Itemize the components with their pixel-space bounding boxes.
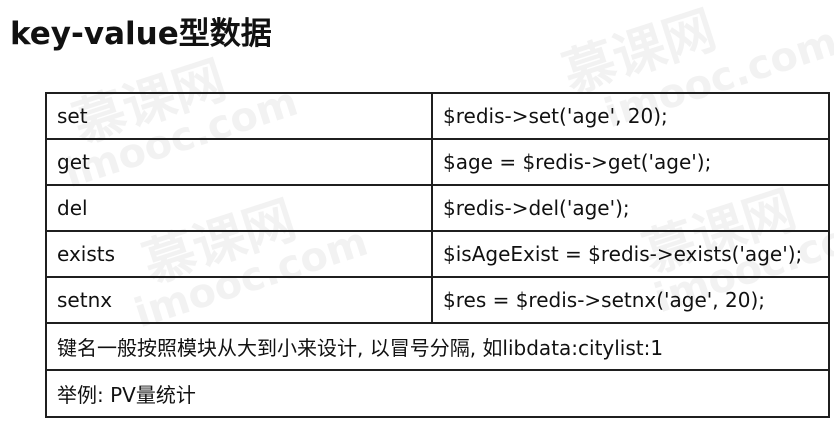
table-row: exists $isAgeExist = $redis->exists('age… xyxy=(45,230,830,278)
code-cell: $redis->set('age', 20); xyxy=(431,92,830,140)
table-row: del $redis->del('age'); xyxy=(45,184,830,232)
table-row: get $age = $redis->get('age'); xyxy=(45,138,830,186)
page-title: key-value型数据 xyxy=(10,16,272,52)
table-row: setnx $res = $redis->setnx('age', 20); xyxy=(45,276,830,324)
redis-command-table: set $redis->set('age', 20); get $age = $… xyxy=(45,92,830,418)
command-cell: exists xyxy=(45,230,433,278)
command-cell: set xyxy=(45,92,433,140)
code-cell: $redis->del('age'); xyxy=(431,184,830,232)
command-cell: del xyxy=(45,184,433,232)
code-cell: $res = $redis->setnx('age', 20); xyxy=(431,276,830,324)
example-row: 举例: PV量统计 xyxy=(45,369,830,418)
code-cell: $age = $redis->get('age'); xyxy=(431,138,830,186)
note-row: 键名一般按照模块从大到小来设计, 以冒号分隔, 如libdata:citylis… xyxy=(45,322,830,371)
command-cell: get xyxy=(45,138,433,186)
command-cell: setnx xyxy=(45,276,433,324)
example-cell: 举例: PV量统计 xyxy=(45,369,830,418)
code-cell: $isAgeExist = $redis->exists('age'); xyxy=(431,230,830,278)
table-row: set $redis->set('age', 20); xyxy=(45,92,830,140)
naming-note-cell: 键名一般按照模块从大到小来设计, 以冒号分隔, 如libdata:citylis… xyxy=(45,322,830,371)
